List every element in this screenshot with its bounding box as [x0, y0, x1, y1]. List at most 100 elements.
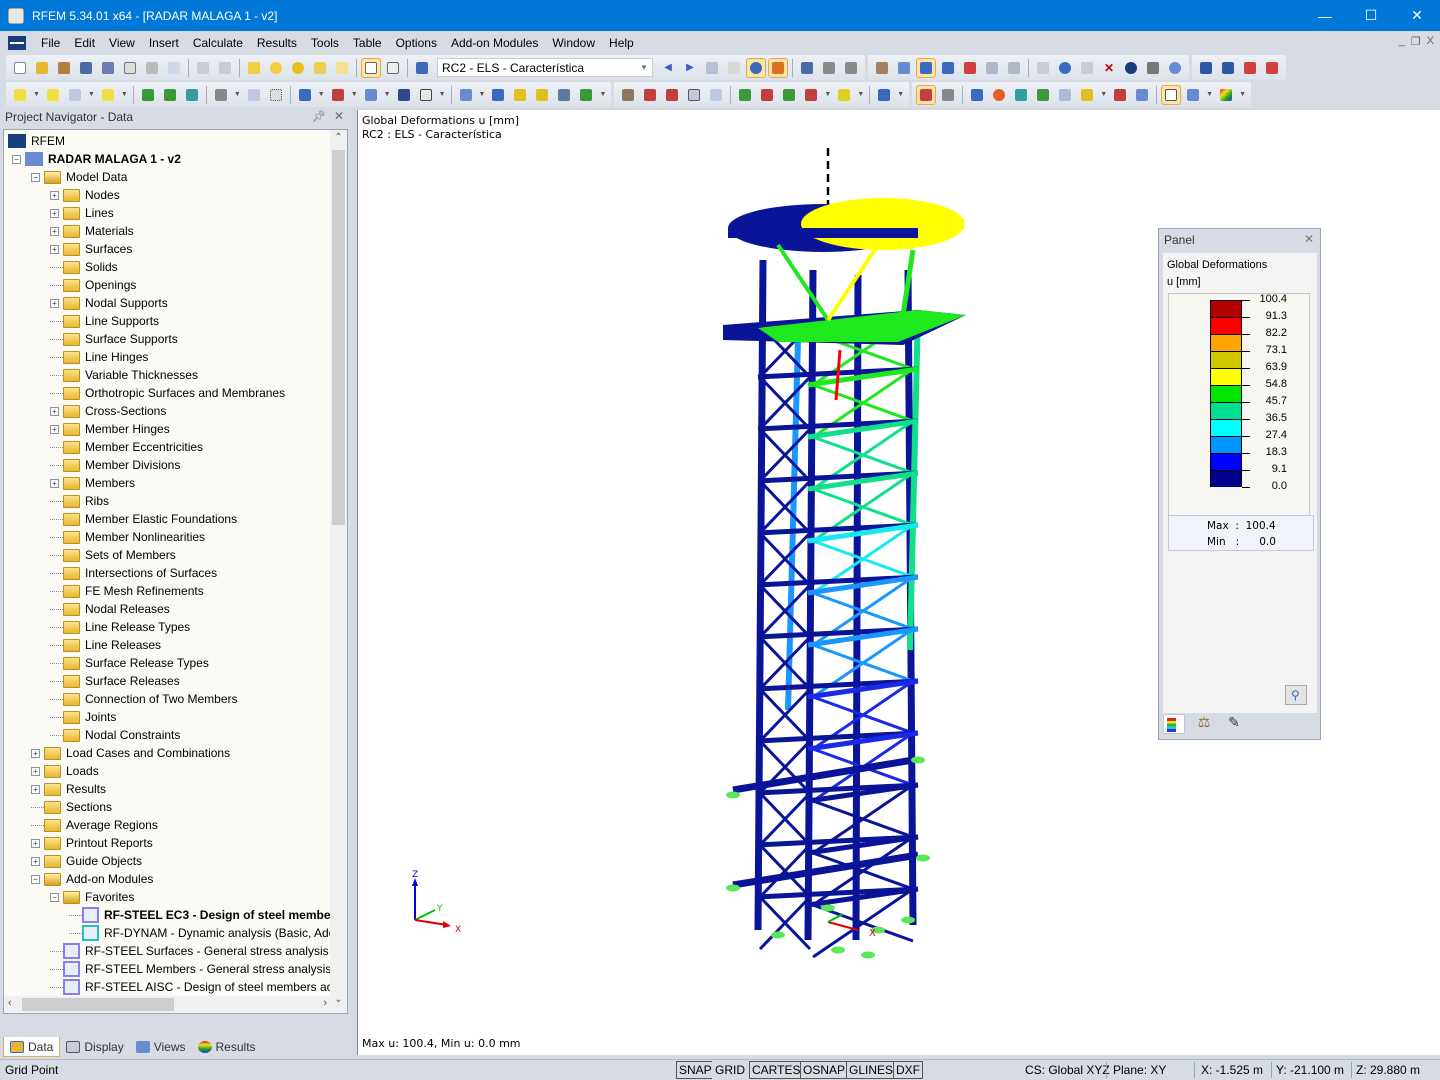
tree-item[interactable]: − Add-on Modules [31, 870, 153, 888]
tree-item[interactable]: + Cross-Sections [50, 402, 166, 420]
expand-icon[interactable]: + [31, 838, 40, 848]
save-icon[interactable] [99, 59, 117, 77]
select-all-icon[interactable] [619, 86, 637, 104]
menu-options[interactable]: Options [389, 36, 444, 50]
solid-view-icon[interactable] [707, 86, 725, 104]
color-scale-tab[interactable] [1163, 714, 1185, 734]
undo-icon[interactable] [194, 59, 212, 77]
box-icon[interactable] [395, 86, 413, 104]
tree-item[interactable]: Average Regions [31, 816, 158, 834]
nodal-support-icon[interactable] [139, 86, 157, 104]
tree-item[interactable]: Line Releases [50, 636, 161, 654]
tree-item[interactable]: Openings [50, 276, 136, 294]
tab-views[interactable]: Views [130, 1037, 192, 1057]
tree-item[interactable]: − Favorites [50, 888, 134, 906]
clipboard-icon[interactable] [121, 59, 139, 77]
expand-icon[interactable]: + [31, 766, 40, 776]
new-opening-icon[interactable] [329, 86, 347, 104]
expand-icon[interactable]: + [50, 226, 59, 236]
collapse-icon[interactable]: − [50, 892, 59, 902]
tree-item[interactable]: Member Divisions [50, 456, 180, 474]
export-2-icon[interactable] [1219, 59, 1237, 77]
tab-display[interactable]: Display [60, 1037, 129, 1057]
tree-item[interactable]: Line Hinges [50, 348, 148, 366]
tree-item[interactable]: Connection of Two Members [50, 690, 238, 708]
info-icon[interactable] [1122, 59, 1140, 77]
open-web-icon[interactable] [77, 59, 95, 77]
expand-icon[interactable]: + [31, 784, 40, 794]
nodal-load-icon[interactable] [489, 86, 507, 104]
export-icon[interactable] [1197, 59, 1215, 77]
mdi-minimize-button[interactable]: _ [1399, 35, 1405, 48]
tree-item[interactable]: + Materials [50, 222, 134, 240]
pdf-icon[interactable] [1241, 59, 1259, 77]
tree-item[interactable]: Sets of Members [50, 546, 176, 564]
new-file-icon[interactable] [11, 59, 29, 77]
pdf-2-icon[interactable] [1263, 59, 1281, 77]
solid-results-icon[interactable] [1012, 86, 1030, 104]
tree-item[interactable]: RFEM [8, 132, 65, 150]
redo-icon[interactable] [216, 59, 234, 77]
tree-item[interactable]: + Surfaces [50, 240, 132, 258]
menu-view[interactable]: View [102, 36, 142, 50]
menu-help[interactable]: Help [602, 36, 641, 50]
tree-item[interactable]: − Model Data [31, 168, 127, 186]
tab-data[interactable]: Data [3, 1037, 61, 1057]
new-line-icon[interactable] [44, 86, 62, 104]
tree-item[interactable]: Surface Supports [50, 330, 178, 348]
imposed-deformation-icon[interactable] [577, 86, 595, 104]
connect-icon[interactable] [1034, 59, 1052, 77]
collapse-icon[interactable]: − [31, 874, 40, 884]
support-reactions-icon[interactable] [1034, 86, 1052, 104]
menu-insert[interactable]: Insert [142, 36, 186, 50]
color-legend[interactable]: 100.4 91.3 82.2 73.1 63.9 54.8 45.7 36.5 27.4 18.… [1168, 293, 1310, 519]
tree-item[interactable]: Variable Thicknesses [50, 366, 198, 384]
navigator-close-icon[interactable]: ✕ [334, 109, 344, 123]
settings-icon[interactable] [1144, 59, 1162, 77]
tree-horizontal-scrollbar[interactable]: ‹ › [4, 996, 331, 1013]
tree-item[interactable]: Joints [50, 708, 116, 726]
mdi-restore-button[interactable]: ❐ [1411, 35, 1421, 48]
view-minus-x-icon[interactable] [802, 86, 820, 104]
result-labels-icon[interactable] [939, 86, 957, 104]
expand-icon[interactable]: + [50, 478, 59, 488]
new-surface-icon[interactable] [99, 86, 117, 104]
scroll-thumb[interactable] [332, 150, 345, 525]
color-scale-icon[interactable] [1184, 86, 1202, 104]
horizontal-scroll-thumb[interactable] [22, 998, 174, 1011]
new-node-icon[interactable] [11, 86, 29, 104]
expand-icon[interactable]: + [31, 748, 40, 758]
tree-vertical-scrollbar[interactable]: ⌃ ⌄ [330, 130, 347, 1013]
load-icon[interactable] [457, 86, 475, 104]
load-case-select[interactable]: RC2 - ELS - Característica ▼ [437, 58, 653, 77]
tree-item[interactable]: FE Mesh Refinements [50, 582, 204, 600]
tree-item[interactable]: + Load Cases and Combinations [31, 744, 230, 762]
cartes-toggle[interactable]: CARTES [749, 1061, 804, 1079]
tree-item[interactable]: Member Nonlinearities [50, 528, 205, 546]
glines-toggle[interactable]: GLINES [846, 1061, 897, 1079]
osnap-toggle[interactable]: OSNAP [800, 1061, 849, 1079]
pin-icon[interactable]: 📌︎ [312, 110, 326, 123]
select-icon[interactable] [267, 59, 285, 77]
window-icon[interactable] [333, 59, 351, 77]
tab-results[interactable]: Results [192, 1037, 262, 1057]
diagram-icon[interactable] [1111, 86, 1129, 104]
mirror-icon[interactable] [1078, 59, 1096, 77]
delete-icon[interactable]: ✕ [1100, 59, 1118, 77]
expand-icon[interactable]: + [50, 298, 59, 308]
view-x-axis-icon[interactable] [736, 86, 754, 104]
menu-table[interactable]: Table [346, 36, 389, 50]
view-y-axis-icon[interactable] [758, 86, 776, 104]
menu-calculate[interactable]: Calculate [186, 36, 250, 50]
intersection-icon[interactable] [362, 86, 380, 104]
view-y-icon[interactable] [961, 59, 979, 77]
view-z-icon[interactable] [983, 59, 1001, 77]
target-icon[interactable] [289, 59, 307, 77]
dimension-icon[interactable] [212, 86, 230, 104]
layout-icon[interactable] [1078, 86, 1096, 104]
section-results-icon[interactable] [1056, 86, 1074, 104]
close-button[interactable]: ✕ [1394, 0, 1440, 31]
tree-item[interactable]: Ribs [50, 492, 109, 510]
tree-item[interactable]: RF-STEEL EC3 - Design of steel members [69, 906, 342, 924]
results-panel[interactable]: Panel ✕ Global Deformations u [mm] 100.4… [1158, 228, 1321, 740]
